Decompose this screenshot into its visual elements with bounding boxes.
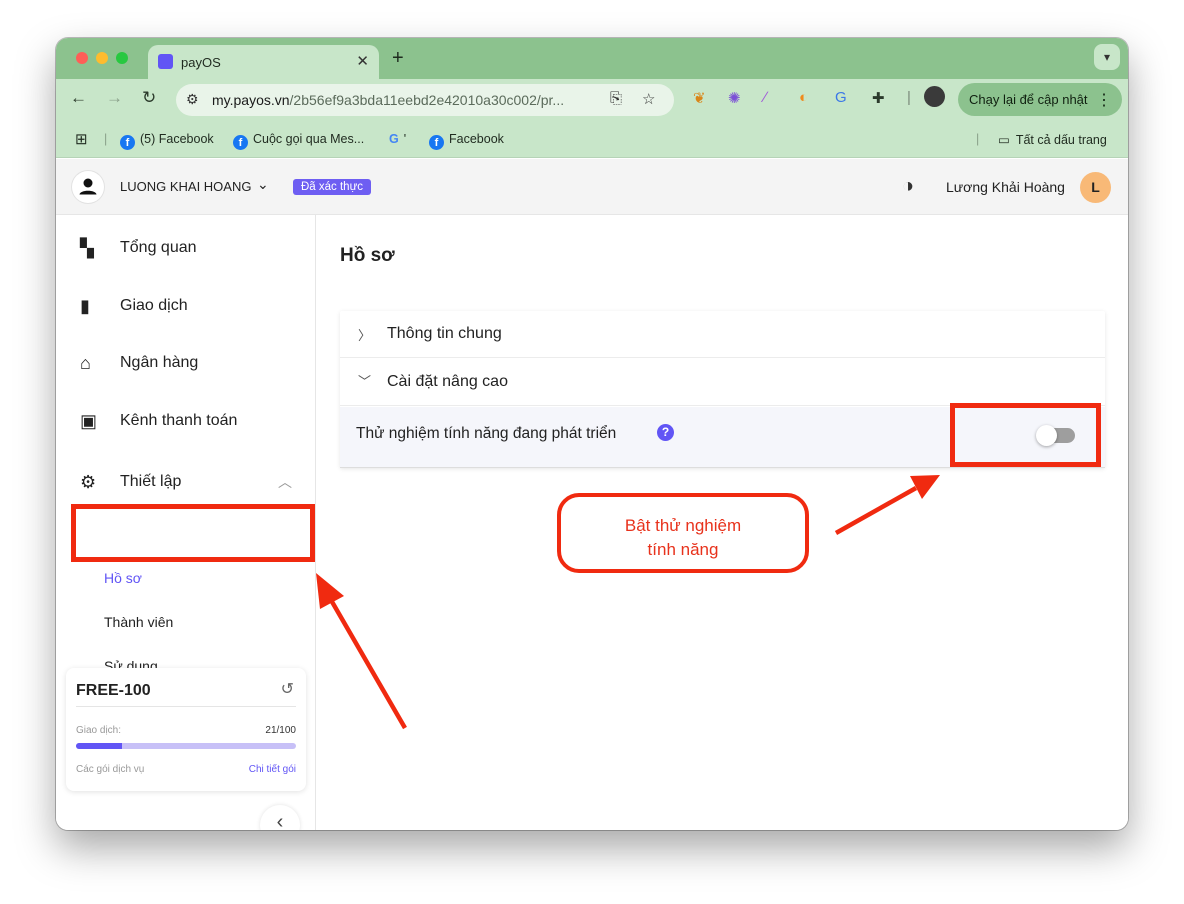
annotation-arrows (316, 475, 940, 730)
arrow-to-toggle (834, 475, 940, 535)
arrow-to-profile (316, 573, 407, 730)
